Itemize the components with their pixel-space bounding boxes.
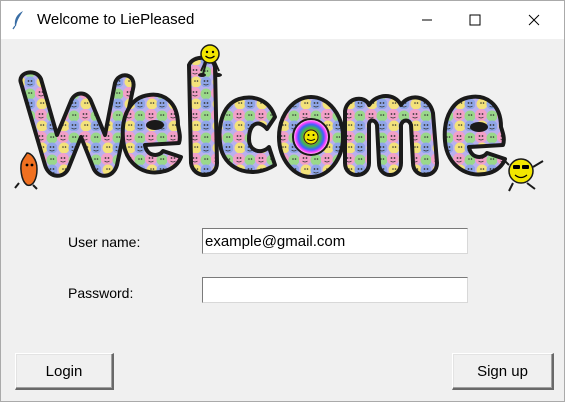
orange-character-left bbox=[14, 152, 38, 190]
minimize-icon bbox=[422, 19, 432, 21]
login-window: Welcome to LiePleased User name: example… bbox=[0, 0, 565, 402]
username-input[interactable] bbox=[202, 228, 468, 254]
maximize-icon bbox=[469, 14, 481, 26]
window-title: Welcome to LiePleased bbox=[37, 11, 195, 28]
minimize-button[interactable] bbox=[404, 1, 450, 39]
maximize-button[interactable] bbox=[452, 1, 498, 39]
letter-m bbox=[343, 94, 439, 177]
close-button[interactable] bbox=[511, 1, 557, 39]
title-bar[interactable]: Welcome to LiePleased bbox=[1, 1, 564, 39]
letter-e-2 bbox=[442, 94, 507, 177]
signup-button[interactable]: Sign up bbox=[452, 353, 554, 390]
letter-e-1 bbox=[120, 92, 183, 175]
welcome-banner bbox=[14, 44, 544, 192]
letter-c bbox=[217, 95, 277, 174]
login-button[interactable]: Login bbox=[15, 353, 114, 390]
letter-w bbox=[18, 70, 136, 178]
password-input[interactable] bbox=[202, 277, 468, 303]
sunglasses-smiley-right bbox=[500, 156, 544, 192]
password-label: Password: bbox=[68, 285, 134, 301]
letter-o bbox=[277, 95, 345, 179]
feather-icon bbox=[12, 11, 23, 30]
username-label: User name: bbox=[68, 234, 141, 250]
close-icon bbox=[528, 14, 540, 26]
